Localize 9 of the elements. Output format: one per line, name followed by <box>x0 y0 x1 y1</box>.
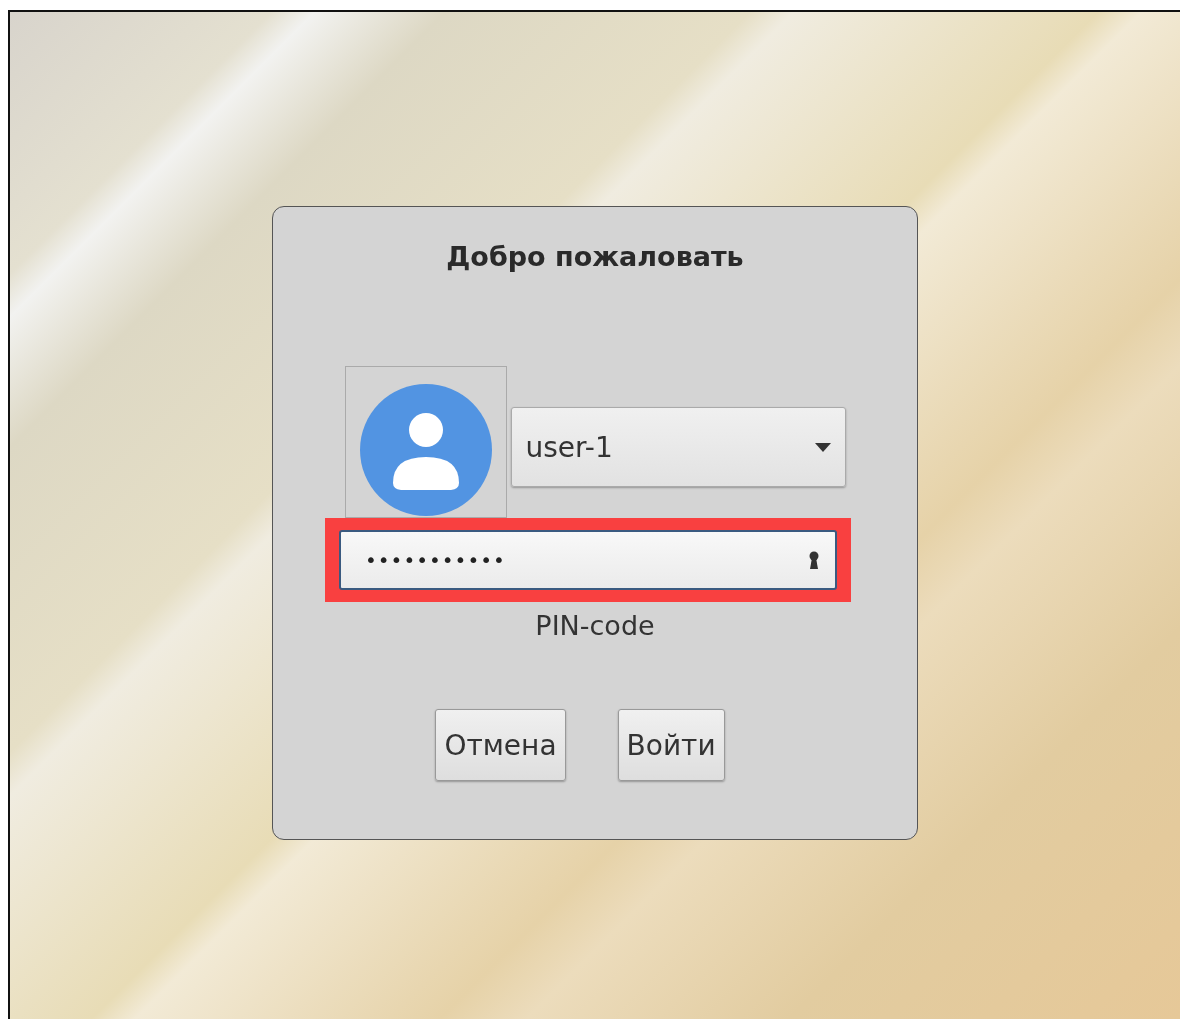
user-select[interactable]: user-1 <box>510 407 846 487</box>
dialog-title: Добро пожаловать <box>446 241 744 272</box>
field-caption: PIN-code <box>535 610 655 641</box>
dialog-button[interactable]: Войти <box>617 709 725 781</box>
user-avatar-icon <box>358 383 493 517</box>
dropdown-caret-icon <box>814 442 831 452</box>
dialog-button[interactable]: Отмена <box>435 709 566 781</box>
keyhole-icon <box>809 551 819 569</box>
password-field[interactable]: ••••••••••• <box>339 530 837 590</box>
